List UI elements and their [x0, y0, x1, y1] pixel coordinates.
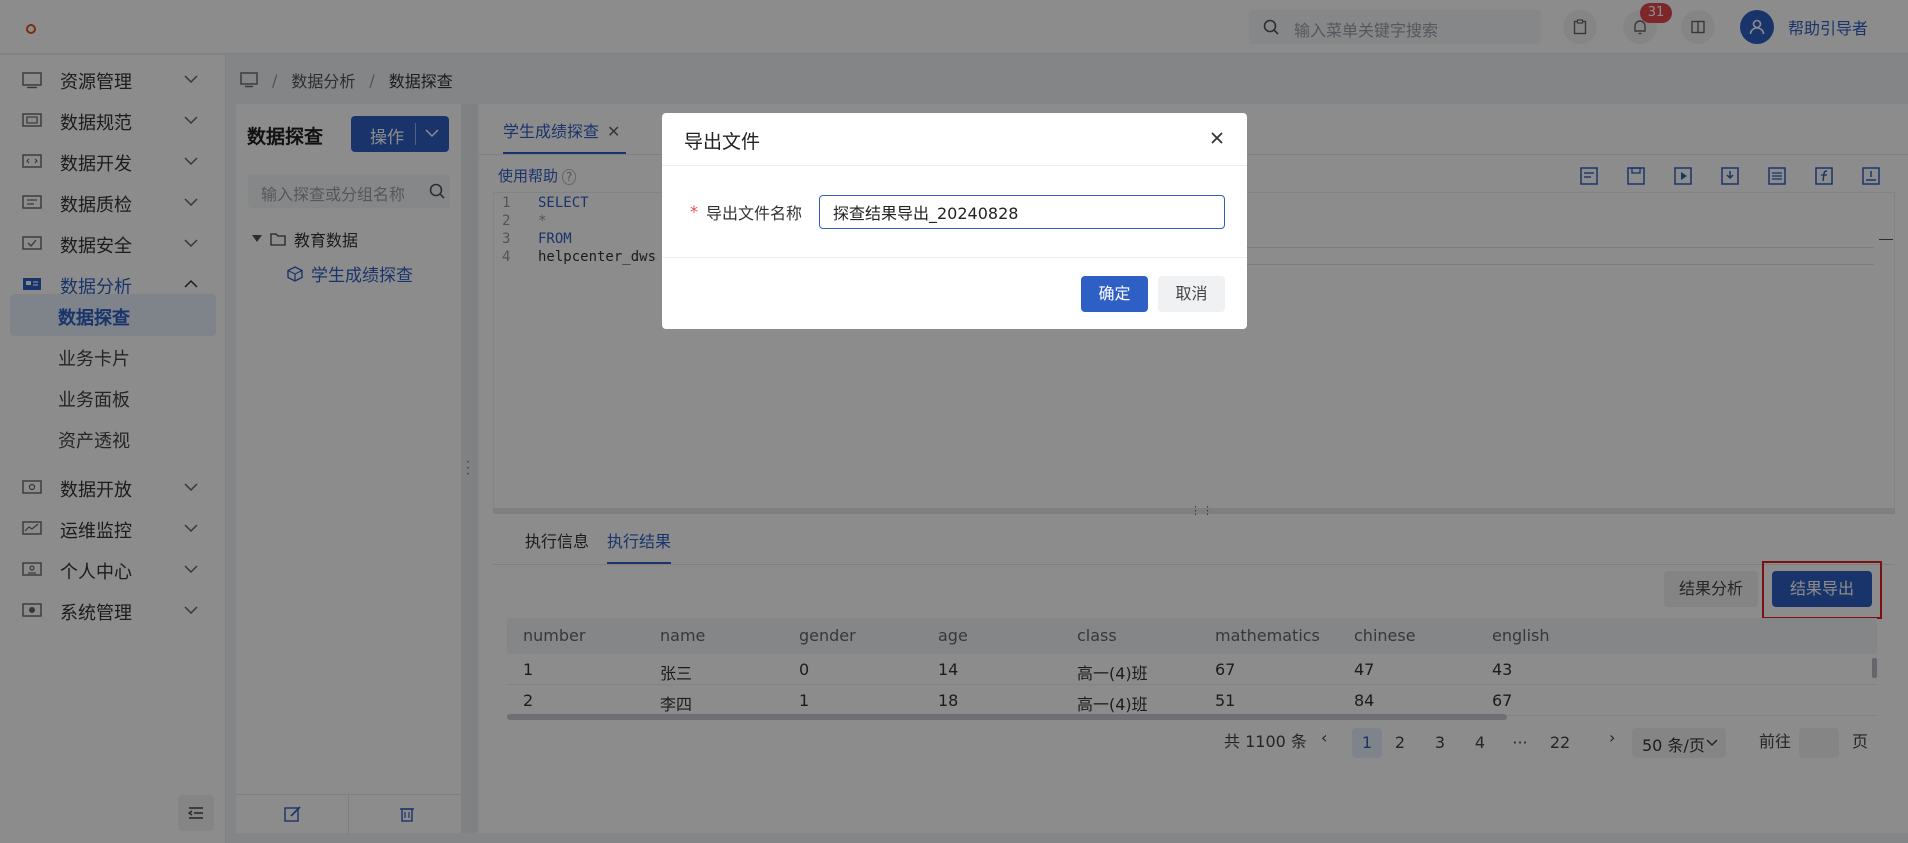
- close-icon[interactable]: [1210, 131, 1224, 145]
- dialog-title: 导出文件: [684, 131, 761, 153]
- export-file-dialog: 导出文件 * 导出文件名称 确定 取消: [662, 113, 1247, 329]
- dialog-divider: [662, 257, 1247, 258]
- cancel-button[interactable]: 取消: [1158, 276, 1225, 312]
- required-mark: *: [690, 202, 698, 221]
- filename-input[interactable]: [819, 195, 1225, 229]
- filename-label: 导出文件名称: [706, 204, 803, 223]
- dialog-divider: [662, 165, 1247, 166]
- confirm-button[interactable]: 确定: [1081, 276, 1148, 312]
